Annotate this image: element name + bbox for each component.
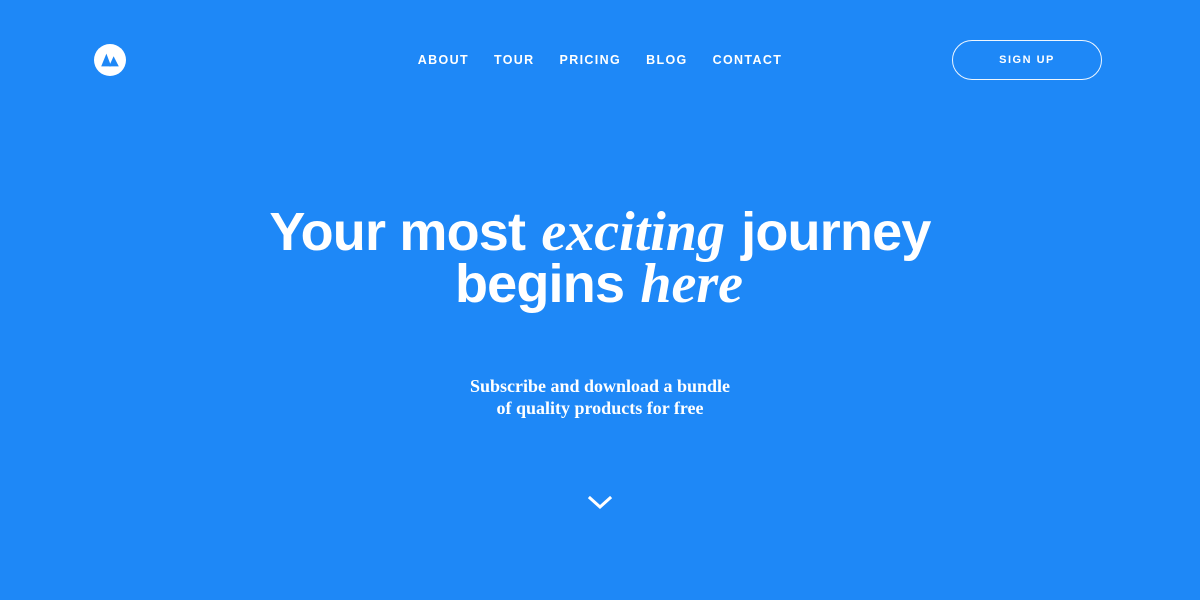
nav-item-contact[interactable]: CONTACT [700,50,795,70]
nav-item-pricing[interactable]: PRICING [547,50,634,70]
site-header: ABOUT TOUR PRICING BLOG CONTACT SIGN UP [0,0,1200,120]
hero-title: Your most exciting journey begins here [0,204,1200,312]
hero-subtitle-line-1: Subscribe and download a bundle [469,376,731,396]
sign-up-button[interactable]: SIGN UP [952,40,1102,80]
hero-title-part2: journey [726,202,931,262]
hero-title-part1: Your most [269,202,540,262]
nav-item-tour[interactable]: TOUR [481,50,547,70]
nav-item-blog[interactable]: BLOG [634,50,701,70]
scroll-down-button[interactable] [578,489,622,517]
nav-item-about[interactable]: ABOUT [405,50,481,70]
hero-subtitle: Subscribe and download a bundle of quali… [0,375,1200,419]
hero-title-emphasis-here: here [640,253,744,315]
hero-subtitle-line-2: of quality products for free [496,398,704,418]
chevron-down-icon [588,496,612,510]
hero-title-part3: begins [454,254,639,314]
